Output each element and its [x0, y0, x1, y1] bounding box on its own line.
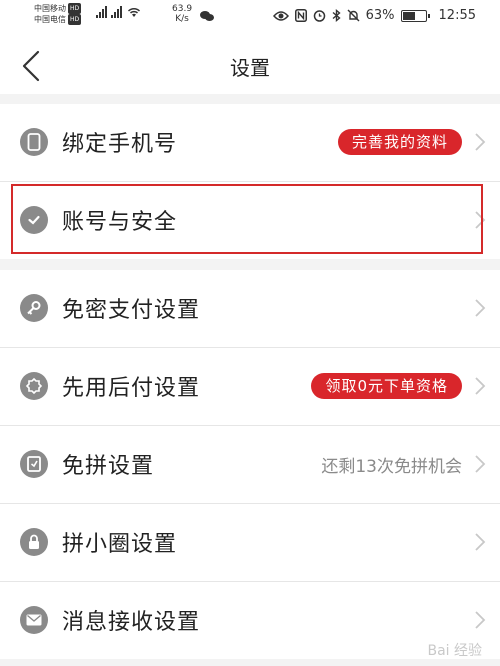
settings-row-bind-phone[interactable]: 绑定手机号 完善我的资料 [0, 104, 500, 182]
battery-percent: 63% [365, 8, 395, 23]
highlight-box [11, 184, 483, 254]
chevron-right-icon [475, 455, 486, 473]
complete-profile-badge[interactable]: 完善我的资料 [337, 129, 462, 155]
chevron-right-icon [475, 133, 486, 151]
free-order-badge[interactable]: 领取0元下单资格 [311, 373, 462, 399]
row-label: 绑定手机号 [62, 132, 178, 157]
carrier-info: 中国移动 HD 中国电信 HD [34, 3, 82, 25]
status-bar: 中国移动 HD 中国电信 HD 63.9 K/s 63% 12:55 [0, 0, 500, 38]
badge-icon [20, 372, 48, 400]
row-label: 免拼设置 [62, 454, 155, 479]
lock-icon [20, 528, 48, 556]
free-group-remaining: 还剩13次免拼机会 [321, 457, 462, 477]
page-title: 设置 [230, 56, 270, 80]
ticket-icon [20, 450, 48, 478]
battery-icon [400, 9, 430, 22]
net-speed: 63.9 K/s [172, 4, 193, 24]
chevron-right-icon [475, 299, 486, 317]
chevron-right-icon [475, 533, 486, 551]
row-label: 拼小圈设置 [62, 532, 178, 557]
nfc-icon [294, 9, 307, 22]
eye-icon [272, 10, 289, 21]
settings-section-payment: 免密支付设置 先用后付设置 领取0元下单资格 免拼设置 还剩13次免拼机会 拼小… [0, 270, 500, 659]
phone-icon [20, 128, 48, 156]
carrier-name-1: 中国移动 [34, 4, 66, 13]
signal-icons [96, 6, 142, 18]
nav-bar: 设置 [0, 38, 500, 94]
watermark: Bai 经验 [427, 643, 482, 659]
chevron-right-icon [475, 377, 486, 395]
signal-icon [96, 6, 107, 18]
mute-bell-icon [347, 9, 360, 22]
settings-row-circle[interactable]: 拼小圈设置 [0, 504, 500, 582]
bluetooth-icon [332, 9, 341, 22]
settings-row-free-group[interactable]: 免拼设置 还剩13次免拼机会 [0, 426, 500, 504]
clock-time: 12:55 [438, 8, 476, 23]
status-right: 63% 12:55 [272, 8, 476, 23]
row-label: 免密支付设置 [62, 298, 201, 323]
row-label: 消息接收设置 [62, 610, 201, 635]
wechat-icon [200, 11, 214, 21]
signal-icon [111, 6, 122, 18]
row-label: 先用后付设置 [62, 376, 201, 401]
settings-row-notifications[interactable]: 消息接收设置 [0, 582, 500, 659]
hd-badge: HD [68, 14, 82, 25]
settings-row-password-free-pay[interactable]: 免密支付设置 [0, 270, 500, 348]
wifi-icon [127, 8, 141, 17]
battery-fill [402, 11, 416, 20]
alarm-icon [313, 10, 325, 22]
key-icon [20, 294, 48, 322]
carrier-name-2: 中国电信 [34, 15, 66, 24]
chevron-right-icon [475, 611, 486, 629]
hd-badge: HD [68, 3, 82, 14]
settings-row-pay-later[interactable]: 先用后付设置 领取0元下单资格 [0, 348, 500, 426]
message-icon [20, 606, 48, 634]
